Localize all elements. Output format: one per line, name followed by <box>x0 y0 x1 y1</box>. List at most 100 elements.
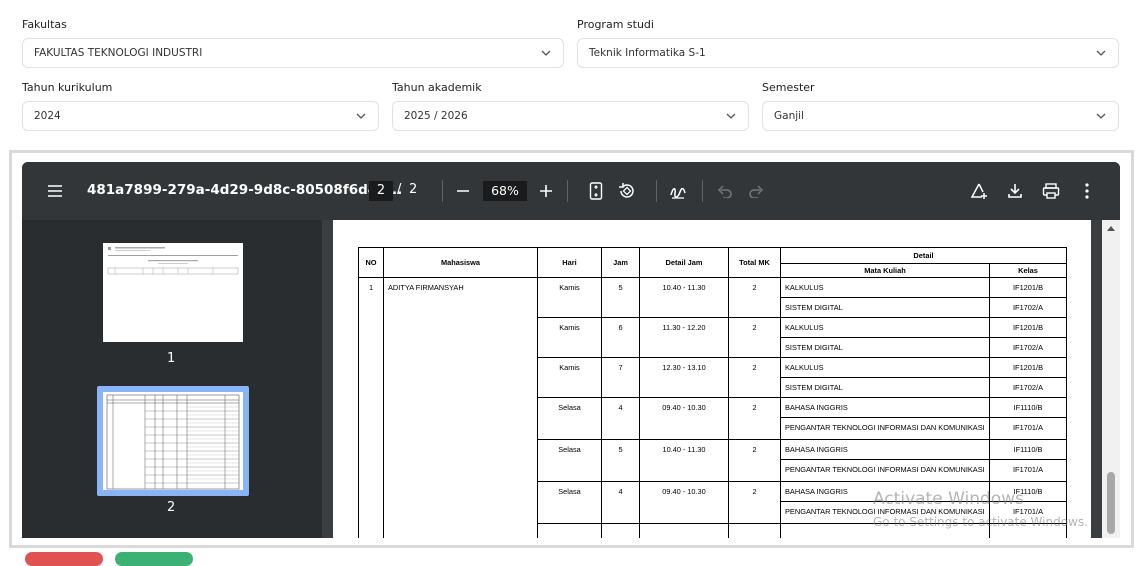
cell-total-mk: 2 <box>728 481 781 524</box>
chevron-down-icon <box>356 113 366 119</box>
scroll-up-icon[interactable] <box>1102 222 1120 236</box>
semester-label: Semester <box>762 81 815 94</box>
cell-jam: 5 <box>601 439 640 482</box>
header-mata-kuliah: Mata Kuliah <box>780 263 990 278</box>
cell-kelas: IF1702/A <box>989 377 1067 398</box>
cell-kelas: IF1701/A <box>989 459 1067 482</box>
header-total-mk: Total MK <box>728 247 781 278</box>
header-detail-jam: Detail Jam <box>639 247 729 278</box>
cell-detail-jam: 10.40 - 11.30 <box>639 439 729 482</box>
header-no: NO <box>358 247 384 278</box>
semester-value: Ganjil <box>774 110 804 122</box>
chevron-down-icon <box>726 113 736 119</box>
cell-total-mk: 2 <box>728 317 781 358</box>
current-page-input[interactable]: 2 <box>369 181 393 201</box>
total-pages: 2 <box>409 182 418 197</box>
cell-mata-kuliah: KALKULUS <box>780 277 990 298</box>
table-cell-empty <box>601 523 640 538</box>
fit-page-icon[interactable] <box>585 180 607 202</box>
cell-detail-jam: 11.30 - 12.20 <box>639 317 729 358</box>
fakultas-label: Fakultas <box>22 18 67 31</box>
cell-kelas: IF1201/B <box>989 317 1067 338</box>
pdf-toolbar: 481a7899-279a-4d29-9d8c-80508f6d4d... 2 … <box>22 162 1120 220</box>
chevron-down-icon <box>1096 50 1106 56</box>
cell-jam: 5 <box>601 277 640 318</box>
download-icon[interactable] <box>1004 180 1026 202</box>
thumbnail-page-1[interactable] <box>103 243 243 342</box>
cell-mahasiswa: ADITYA FIRMANSYAH <box>383 277 538 538</box>
tahun-akademik-select[interactable]: 2025 / 2026 <box>392 101 749 131</box>
thumbnail-label-1: 1 <box>167 351 176 366</box>
table-row: 1 ADITYA FIRMANSYAH Kamis 5 10.40 - 11.30 2 KA… <box>358 277 1067 538</box>
draw-icon[interactable] <box>667 180 689 202</box>
cell-kelas: IF1110/B <box>989 397 1067 418</box>
rotate-icon[interactable] <box>616 180 638 202</box>
thumbnail-page-2[interactable] <box>103 392 243 490</box>
tahun-kurikulum-value: 2024 <box>34 110 61 122</box>
cell-mata-kuliah: SISTEM DIGITAL <box>780 337 990 358</box>
thumbnail-label-2: 2 <box>167 500 176 515</box>
header-hari: Hari <box>537 247 602 278</box>
cell-kelas: IF1201/B <box>989 357 1067 378</box>
cell-kelas: IF1110/B <box>989 439 1067 460</box>
thumbnail-preview-1 <box>107 247 239 275</box>
program-studi-label: Program studi <box>577 18 654 31</box>
cell-jam: 6 <box>601 317 640 358</box>
add-annotation-icon[interactable] <box>968 180 990 202</box>
cell-hari: Selasa <box>537 439 602 482</box>
plus-icon[interactable] <box>535 180 557 202</box>
tahun-kurikulum-select[interactable]: 2024 <box>22 101 379 131</box>
toolbar-divider <box>442 180 443 202</box>
cell-total-mk: 2 <box>728 439 781 482</box>
header-jam: Jam <box>601 247 640 278</box>
pdf-viewer: 481a7899-279a-4d29-9d8c-80508f6d4d... 2 … <box>22 162 1120 538</box>
tahun-akademik-label: Tahun akademik <box>392 81 482 94</box>
cell-no: 1 <box>358 277 384 538</box>
cell-detail-jam: 10.40 - 11.30 <box>639 277 729 318</box>
cell-detail-jam: 09.40 - 10.30 <box>639 481 729 524</box>
undo-icon[interactable] <box>714 180 736 202</box>
header-mahasiswa: Mahasiswa <box>383 247 538 278</box>
header-detail: Detail <box>780 247 1067 264</box>
chevron-down-icon <box>541 50 551 56</box>
scrollbar-thumb[interactable] <box>1107 472 1115 534</box>
minus-icon[interactable] <box>452 180 474 202</box>
cell-mata-kuliah: BAHASA INGGRIS <box>780 397 990 418</box>
toolbar-divider <box>702 180 703 202</box>
cell-jam: 7 <box>601 357 640 398</box>
cell-kelas: IF1702/A <box>989 297 1067 318</box>
menu-icon[interactable] <box>44 180 66 202</box>
cell-mata-kuliah: BAHASA INGGRIS <box>780 439 990 460</box>
cell-detail-jam: 09.40 - 10.30 <box>639 397 729 440</box>
toolbar-divider <box>656 180 657 202</box>
header-kelas: Kelas <box>989 263 1067 278</box>
vertical-scrollbar[interactable] <box>1102 220 1120 538</box>
print-icon[interactable] <box>1040 180 1062 202</box>
cell-mata-kuliah: KALKULUS <box>780 317 990 338</box>
cell-kelas: IF1201/B <box>989 277 1067 298</box>
cell-total-mk: 2 <box>728 397 781 440</box>
thumbnail-sidebar: 1 2 <box>22 220 322 538</box>
fakultas-select[interactable]: FAKULTAS TEKNOLOGI INDUSTRI <box>22 38 564 68</box>
cell-jam: 4 <box>601 397 640 440</box>
table-cell-empty <box>728 523 781 538</box>
more-icon[interactable] <box>1076 180 1098 202</box>
fakultas-value: FAKULTAS TEKNOLOGI INDUSTRI <box>34 47 203 59</box>
table-cell-empty <box>537 523 602 538</box>
activate-windows-title: Activate Windows <box>873 489 1024 509</box>
red-button[interactable] <box>25 552 103 566</box>
green-button[interactable] <box>115 552 193 566</box>
cell-mata-kuliah: KALKULUS <box>780 357 990 378</box>
cell-hari: Selasa <box>537 397 602 440</box>
semester-select[interactable]: Ganjil <box>762 101 1119 131</box>
pdf-filename: 481a7899-279a-4d29-9d8c-80508f6d4d... <box>87 182 403 198</box>
activate-windows-subtitle: Go to Settings to activate Windows. <box>873 515 1088 529</box>
redo-icon[interactable] <box>745 180 767 202</box>
tahun-akademik-value: 2025 / 2026 <box>404 110 468 122</box>
zoom-input[interactable]: 68% <box>483 181 527 201</box>
thumbnail-preview-2 <box>106 394 240 490</box>
cell-hari: Selasa <box>537 481 602 524</box>
cell-mata-kuliah: PENGANTAR TEKNOLOGI INFORMASI DAN KOMUNI… <box>780 417 990 440</box>
program-studi-select[interactable]: Teknik Informatika S-1 <box>577 38 1119 68</box>
chevron-down-icon <box>1096 113 1106 119</box>
